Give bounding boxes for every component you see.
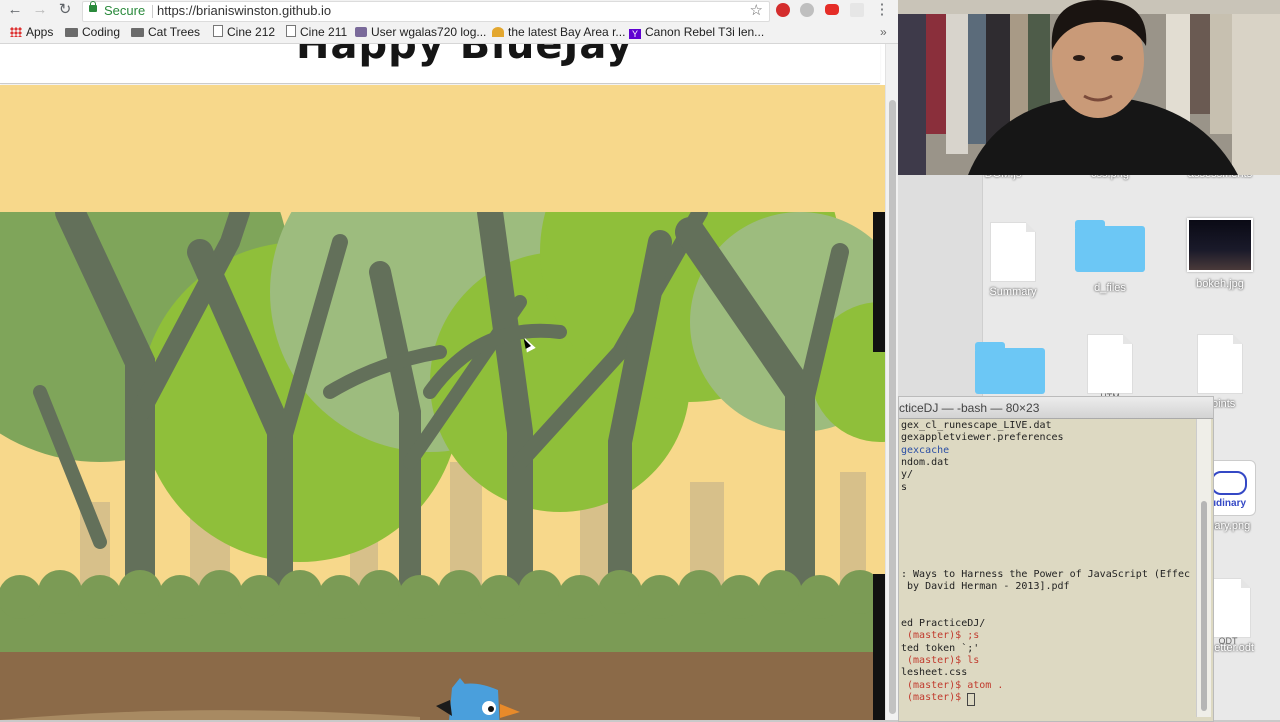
bookmark-apps[interactable]: Apps — [10, 25, 53, 39]
terminal-line: : Ways to Harness the Power of JavaScrip… — [901, 569, 1190, 580]
bookmark-cine-212[interactable]: Cine 212 — [213, 25, 275, 39]
page-scroll-thumb[interactable] — [889, 100, 896, 714]
terminal-titlebar[interactable]: cticeDJ — -bash — 80×23 — [899, 397, 1213, 430]
menu-kebab-icon[interactable]: ⋮ — [873, 1, 891, 19]
page-icon — [213, 25, 223, 37]
folder-icon — [1075, 220, 1145, 272]
file-bokeh-jpg[interactable]: bokeh.jpg — [1165, 218, 1275, 290]
bookmark-cat-trees[interactable]: Cat Trees — [131, 25, 200, 39]
terminal-output[interactable]: gex_cl_runescape_LIVE.dat gexappletviewe… — [901, 420, 1193, 718]
terminal-line: gexappletviewer.preferences — [901, 432, 1064, 443]
image-thumbnail-icon — [1187, 218, 1253, 272]
file-htm[interactable]: HTM — [1055, 334, 1165, 402]
avatar-icon — [355, 27, 367, 37]
address-divider — [152, 5, 153, 18]
terminal-line: lesheet.css — [901, 667, 968, 678]
apps-grid-icon — [10, 27, 22, 37]
terminal-line: s — [901, 482, 908, 493]
pipe-bottom — [873, 574, 885, 720]
folder-icon — [65, 28, 78, 37]
folder-icon — [131, 28, 144, 37]
terminal-line: (master)$ ;s — [901, 630, 980, 641]
url-text[interactable]: https://brianiswinston.github.io — [157, 3, 331, 18]
reload-icon[interactable]: ↻ — [56, 1, 74, 19]
bookmark-bay-area[interactable]: the latest Bay Area r... — [492, 25, 625, 39]
youtube-extension-icon[interactable] — [825, 4, 839, 15]
lock-icon — [89, 1, 97, 12]
site-header: Happy BlueJay — [0, 44, 880, 84]
terminal-title: cticeDJ — -bash — 80×23 — [899, 401, 1040, 415]
secure-label: Secure — [104, 3, 146, 18]
pipe-top — [873, 212, 885, 352]
terminal-line: ndom.dat — [901, 457, 950, 468]
browser-toolbar: ← → ↻ Secure https://brianiswinston.gith… — [0, 0, 898, 22]
file-summary[interactable]: Summary — [958, 222, 1068, 298]
screen-extension-icon[interactable] — [850, 3, 864, 17]
shape-icon — [492, 27, 504, 37]
document-icon — [1087, 334, 1133, 394]
page-scrollbar[interactable] — [885, 44, 898, 720]
terminal-cursor — [967, 693, 975, 706]
terminal-line: ed PracticeDJ/ — [901, 618, 986, 629]
webcam-overlay — [898, 0, 1280, 175]
webcam-video — [898, 0, 1280, 175]
opera-extension-icon[interactable] — [776, 3, 790, 17]
terminal-line: (master)$ atom . — [901, 680, 1004, 691]
top-banner — [0, 85, 885, 212]
document-icon — [1197, 334, 1243, 394]
bookmark-cine-211[interactable]: Cine 211 — [286, 25, 347, 39]
bookmark-star-icon[interactable]: ☆ — [750, 1, 763, 19]
page-icon — [286, 25, 296, 37]
back-arrow-icon[interactable]: ← — [6, 1, 24, 19]
folder-unnamed[interactable] — [955, 340, 1065, 404]
terminal-line: ted token `;' — [901, 643, 980, 654]
web-page: Happy BlueJay — [0, 44, 898, 720]
bookmark-canon[interactable]: Y Canon Rebel T3i len... — [629, 25, 764, 39]
terminal-line: gex_cl_runescape_LIVE.dat — [901, 420, 1052, 431]
folder-d-files[interactable]: d_files — [1055, 218, 1165, 294]
terminal-scroll-thumb[interactable] — [1201, 501, 1207, 711]
bookmarks-overflow-icon[interactable]: » — [880, 25, 887, 39]
bookmark-user-log[interactable]: User wgalas720 log... — [355, 25, 486, 39]
forward-arrow-icon[interactable]: → — [31, 1, 49, 19]
bookmark-coding[interactable]: Coding — [65, 25, 120, 39]
terminal-line: gexcache — [901, 445, 950, 456]
bookmarks-bar: Apps Coding Cat Trees Cine 212 Cine 211 … — [0, 22, 898, 44]
bushes — [0, 570, 885, 657]
terminal-line: (master)$ ls — [901, 655, 980, 666]
game-canvas[interactable] — [0, 212, 885, 720]
terminal-scrollbar[interactable] — [1196, 419, 1211, 717]
address-bar[interactable]: Secure https://brianiswinston.github.io … — [82, 1, 770, 22]
terminal-line: (master)$ — [901, 692, 968, 703]
drive-extension-icon[interactable] — [800, 3, 814, 17]
page-title: Happy BlueJay — [296, 44, 634, 68]
folder-icon — [975, 342, 1045, 394]
document-icon — [990, 222, 1036, 282]
terminal-line: y/ — [901, 469, 914, 480]
yahoo-icon: Y — [629, 29, 641, 39]
terminal-window[interactable]: cticeDJ — -bash — 80×23 gex_cl_runescape… — [898, 396, 1214, 722]
browser-window: ← → ↻ Secure https://brianiswinston.gith… — [0, 0, 898, 720]
terminal-line: by David Herman - 2013].pdf — [901, 581, 1070, 592]
